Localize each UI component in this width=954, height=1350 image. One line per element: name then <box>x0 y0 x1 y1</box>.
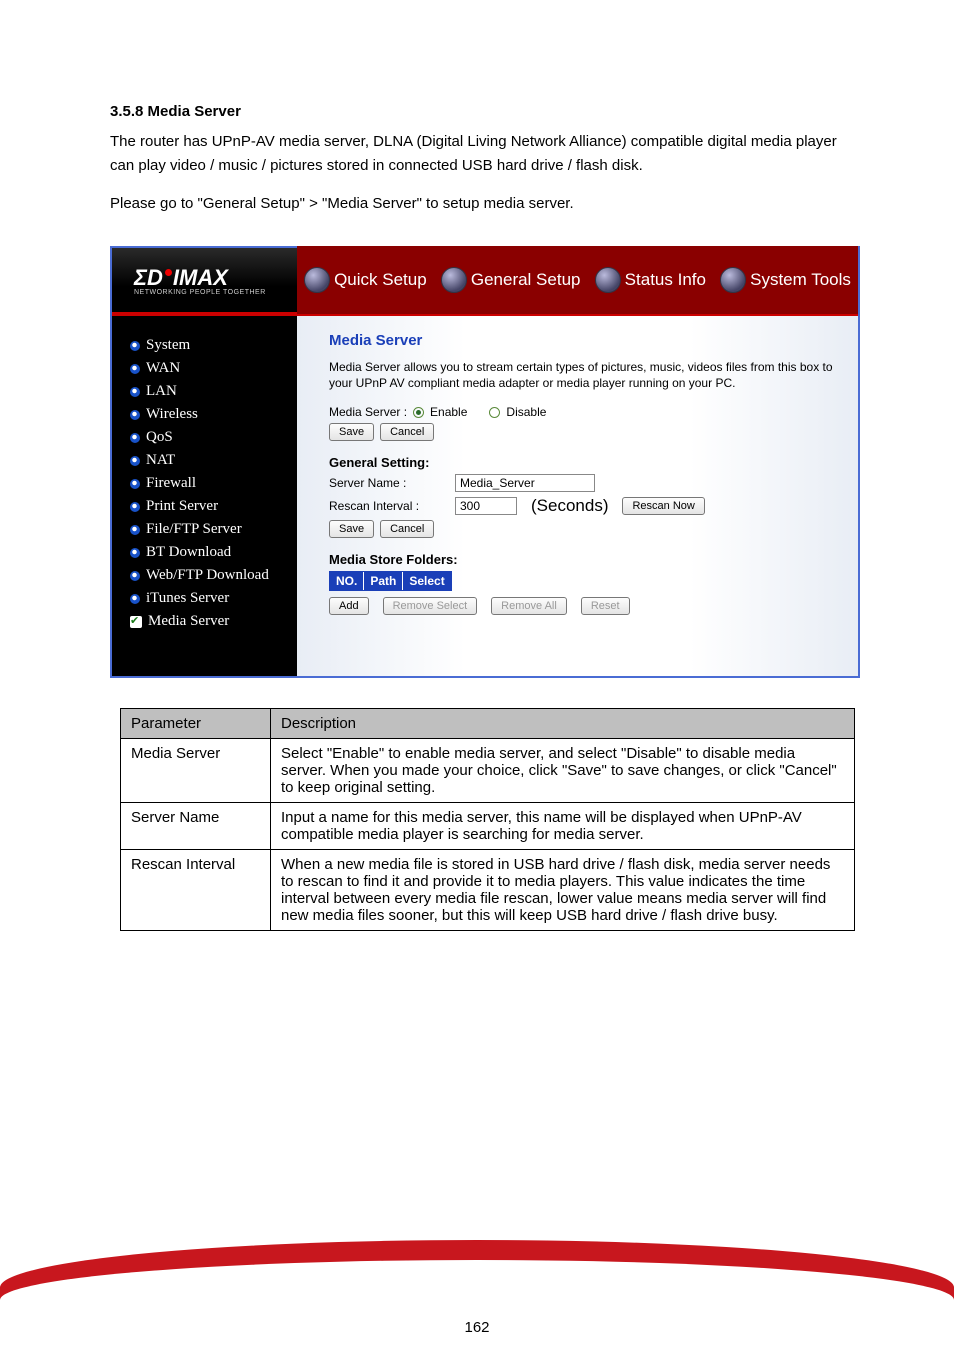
param-cell: Rescan Interval <box>121 850 271 931</box>
radio-disable-label: Disable <box>506 405 546 419</box>
globe-icon <box>304 267 330 293</box>
section-heading: 3.5.8 Media Server <box>110 100 854 124</box>
sidebar-item-wan[interactable]: WAN <box>130 357 297 380</box>
sidebar-item-web-ftp-download[interactable]: Web/FTP Download <box>130 564 297 587</box>
table-header-description: Description <box>271 709 855 739</box>
parameter-table: Parameter Description Media Server Selec… <box>120 708 855 931</box>
server-name-input[interactable] <box>455 474 595 492</box>
cancel-button[interactable]: Cancel <box>380 423 434 441</box>
nav-status-info[interactable]: Status Info <box>595 267 706 293</box>
bullet-icon <box>130 479 140 489</box>
save-button[interactable]: Save <box>329 423 374 441</box>
reset-button[interactable]: Reset <box>581 597 630 615</box>
radio-disable[interactable] <box>489 407 500 418</box>
globe-icon <box>595 267 621 293</box>
desc-cell: Input a name for this media server, this… <box>271 803 855 850</box>
radio-enable-label: Enable <box>430 405 467 419</box>
seconds-label: (Seconds) <box>531 496 608 516</box>
globe-icon <box>720 267 746 293</box>
rescan-now-button[interactable]: Rescan Now <box>622 497 704 515</box>
remove-select-button[interactable]: Remove Select <box>383 597 478 615</box>
bullet-icon <box>130 502 140 512</box>
table-header-parameter: Parameter <box>121 709 271 739</box>
remove-all-button[interactable]: Remove All <box>491 597 567 615</box>
globe-icon <box>441 267 467 293</box>
logo-tagline: NETWORKING PEOPLE TOGETHER <box>134 289 297 296</box>
page-title: Media Server <box>329 332 840 349</box>
sidebar-item-firewall[interactable]: Firewall <box>130 472 297 495</box>
sidebar-item-bt-download[interactable]: BT Download <box>130 541 297 564</box>
sidebar-item-print-server[interactable]: Print Server <box>130 495 297 518</box>
folders-table-header: NO. Path Select <box>329 571 452 591</box>
save-button-2[interactable]: Save <box>329 520 374 538</box>
bullet-icon <box>130 433 140 443</box>
check-icon <box>130 616 142 628</box>
sidebar-item-system[interactable]: System <box>130 334 297 357</box>
col-select: Select <box>403 572 450 590</box>
rescan-interval-input[interactable] <box>455 497 517 515</box>
nav-quick-setup[interactable]: Quick Setup <box>304 267 427 293</box>
page-number: 162 <box>0 1319 954 1336</box>
sidebar-item-file-ftp-server[interactable]: File/FTP Server <box>130 518 297 541</box>
intro-paragraph-1: The router has UPnP-AV media server, DLN… <box>110 130 854 178</box>
sidebar-item-qos[interactable]: QoS <box>130 426 297 449</box>
general-setting-heading: General Setting: <box>329 455 840 470</box>
top-nav: Quick Setup General Setup Status Info Sy… <box>297 246 858 314</box>
logo: ΣDIMAX NETWORKING PEOPLE TOGETHER <box>112 265 297 296</box>
sidebar-item-wireless[interactable]: Wireless <box>130 403 297 426</box>
add-button[interactable]: Add <box>329 597 369 615</box>
logo-dot-icon <box>165 269 172 276</box>
sidebar-item-itunes-server[interactable]: iTunes Server <box>130 587 297 610</box>
nav-general-setup[interactable]: General Setup <box>441 267 581 293</box>
router-ui-frame: ΣDIMAX NETWORKING PEOPLE TOGETHER Quick … <box>110 246 860 678</box>
media-server-label: Media Server : <box>329 405 407 419</box>
intro-paragraph-2: Please go to "General Setup" > "Media Se… <box>110 192 854 216</box>
bullet-icon <box>130 387 140 397</box>
bullet-icon <box>130 456 140 466</box>
sidebar-item-media-server[interactable]: Media Server <box>130 610 297 633</box>
table-row: Media Server Select "Enable" to enable m… <box>121 739 855 803</box>
nav-system-tools[interactable]: System Tools <box>720 267 851 293</box>
router-header: ΣDIMAX NETWORKING PEOPLE TOGETHER Quick … <box>112 248 858 316</box>
param-cell: Media Server <box>121 739 271 803</box>
radio-enable[interactable] <box>413 407 424 418</box>
bullet-icon <box>130 341 140 351</box>
sidebar-item-lan[interactable]: LAN <box>130 380 297 403</box>
param-cell: Server Name <box>121 803 271 850</box>
rescan-interval-label: Rescan Interval : <box>329 499 449 513</box>
desc-cell: Select "Enable" to enable media server, … <box>271 739 855 803</box>
table-row: Server Name Input a name for this media … <box>121 803 855 850</box>
desc-cell: When a new media file is stored in USB h… <box>271 850 855 931</box>
router-body: System WAN LAN Wireless QoS NAT Firewall… <box>112 316 858 676</box>
bullet-icon <box>130 571 140 581</box>
sidebar: System WAN LAN Wireless QoS NAT Firewall… <box>112 316 297 676</box>
content-pane: Media Server Media Server allows you to … <box>297 316 858 676</box>
bullet-icon <box>130 410 140 420</box>
col-path: Path <box>364 572 403 590</box>
footer-decoration: 162 <box>0 1190 954 1350</box>
page-description: Media Server allows you to stream certai… <box>329 359 840 391</box>
bullet-icon <box>130 594 140 604</box>
server-name-label: Server Name : <box>329 476 449 490</box>
bullet-icon <box>130 525 140 535</box>
media-store-folders-heading: Media Store Folders: <box>329 552 840 567</box>
bullet-icon <box>130 364 140 374</box>
sidebar-item-nat[interactable]: NAT <box>130 449 297 472</box>
cancel-button-2[interactable]: Cancel <box>380 520 434 538</box>
bullet-icon <box>130 548 140 558</box>
col-no: NO. <box>330 572 364 590</box>
table-row: Rescan Interval When a new media file is… <box>121 850 855 931</box>
doc-intro: 3.5.8 Media Server The router has UPnP-A… <box>0 0 954 236</box>
